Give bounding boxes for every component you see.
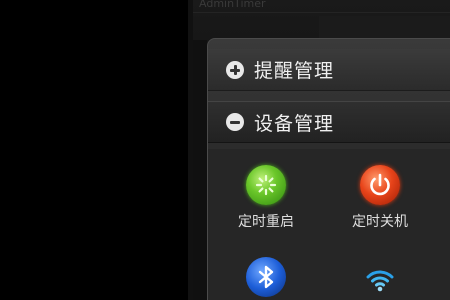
restart-icon bbox=[246, 165, 286, 205]
background-left-pane bbox=[0, 0, 188, 300]
title-separator bbox=[193, 12, 450, 13]
tool-label: 定时重启 bbox=[238, 214, 294, 230]
plus-circle-icon bbox=[226, 60, 244, 79]
bluetooth-icon bbox=[246, 257, 286, 297]
tool-bluetooth[interactable] bbox=[216, 257, 316, 297]
settings-panel: 提醒管理 设备管理 定时重启 定时关机 bbox=[207, 38, 450, 300]
section-label: 设备管理 bbox=[254, 112, 335, 135]
tool-scheduled-restart[interactable]: 定时重启 bbox=[216, 165, 316, 231]
tool-scheduled-shutdown[interactable]: 定时关机 bbox=[330, 165, 430, 231]
window-title: AdminTimer bbox=[199, 0, 266, 10]
power-icon bbox=[360, 165, 400, 205]
sidebar-strip bbox=[193, 40, 207, 300]
header-bar bbox=[319, 16, 450, 40]
section-reminder-management[interactable]: 提醒管理 bbox=[208, 49, 450, 91]
section-device-management[interactable]: 设备管理 bbox=[208, 101, 450, 143]
tool-wifi[interactable] bbox=[330, 257, 430, 297]
device-tools-grid: 定时重启 定时关机 bbox=[208, 149, 450, 300]
tool-label: 定时关机 bbox=[352, 214, 408, 230]
minus-circle-icon bbox=[226, 113, 244, 131]
wifi-icon bbox=[360, 257, 400, 297]
section-label: 提醒管理 bbox=[254, 60, 335, 82]
